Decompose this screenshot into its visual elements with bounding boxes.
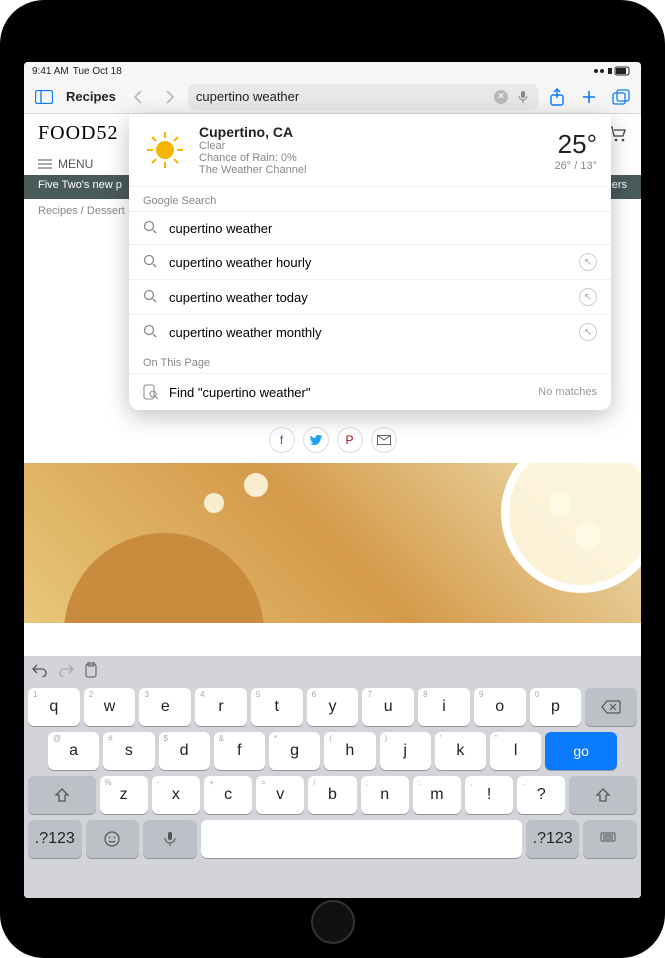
key-shift-left[interactable] (28, 776, 96, 814)
status-right-icons (593, 66, 633, 76)
key-shift-right[interactable] (569, 776, 637, 814)
key-backspace[interactable] (585, 688, 637, 726)
weather-hilo: 26° / 13° (555, 160, 597, 172)
facebook-icon[interactable]: f (269, 427, 295, 453)
status-time: 9:41 AM (32, 66, 69, 77)
autocomplete-arrow-icon[interactable]: ↖ (579, 288, 597, 306)
suggestion-text: cupertino weather (169, 221, 272, 236)
suggestions-section-google: Google Search (129, 187, 611, 211)
key-?[interactable]: .? (517, 776, 565, 814)
suggestion-row[interactable]: cupertino weather hourly ↖ (129, 244, 611, 279)
tabs-button[interactable] (607, 83, 635, 111)
key-o[interactable]: 9o (474, 688, 526, 726)
key-space[interactable] (201, 820, 522, 858)
hamburger-icon[interactable] (38, 159, 52, 169)
key-w[interactable]: 2w (84, 688, 136, 726)
voice-input-icon[interactable] (515, 89, 531, 105)
autocomplete-arrow-icon[interactable]: ↖ (579, 253, 597, 271)
key-g[interactable]: *g (269, 732, 320, 770)
key-m[interactable]: :m (413, 776, 461, 814)
key-r[interactable]: 4r (195, 688, 247, 726)
menu-label[interactable]: MENU (58, 157, 93, 171)
key-dictate[interactable] (143, 820, 197, 858)
weather-temp: 25° (555, 129, 597, 160)
twitter-icon[interactable] (303, 427, 329, 453)
key-p[interactable]: 0p (530, 688, 582, 726)
search-icon (143, 289, 159, 305)
key-n[interactable]: ;n (361, 776, 409, 814)
key-dismiss[interactable] (583, 820, 637, 858)
key-y[interactable]: 6y (307, 688, 359, 726)
suggestion-row[interactable]: cupertino weather (129, 211, 611, 244)
new-tab-button[interactable] (575, 83, 603, 111)
weather-card[interactable]: Cupertino, CA Clear Chance of Rain: 0% T… (129, 114, 611, 187)
autocomplete-arrow-icon[interactable]: ↖ (579, 323, 597, 341)
site-logo[interactable]: FOOD52 (38, 122, 118, 145)
back-button[interactable] (124, 83, 152, 111)
browser-toolbar: Recipes ✕ (24, 80, 641, 114)
promo-text-left: Five Two's new p (38, 179, 122, 195)
key-h[interactable]: (h (324, 732, 375, 770)
sun-icon (143, 128, 187, 172)
key-b[interactable]: /b (308, 776, 356, 814)
address-bar[interactable]: ✕ (188, 84, 539, 110)
pinterest-icon[interactable]: P (337, 427, 363, 453)
redo-icon[interactable] (58, 663, 74, 677)
key-numbers[interactable]: .?123 (28, 820, 82, 858)
status-bar: 9:41 AM Tue Oct 18 (24, 62, 641, 80)
hero-image (24, 463, 641, 623)
key-![interactable]: ,! (465, 776, 513, 814)
suggestions-section-page: On This Page (129, 349, 611, 373)
weather-source: The Weather Channel (199, 164, 543, 176)
key-l[interactable]: "l (490, 732, 541, 770)
key-t[interactable]: 5t (251, 688, 303, 726)
key-u[interactable]: 7u (362, 688, 414, 726)
key-k[interactable]: 'k (435, 732, 486, 770)
email-icon[interactable] (371, 427, 397, 453)
keyboard: 1q2w3e4r5t6y7u8i9o0p @a#s$d&f*g(h)j'k"lg… (24, 656, 641, 898)
search-icon (143, 254, 159, 270)
search-suggestions-dropdown: Cupertino, CA Clear Chance of Rain: 0% T… (129, 114, 611, 410)
active-tab-label: Recipes (62, 89, 120, 104)
forward-button[interactable] (156, 83, 184, 111)
home-button[interactable] (311, 900, 355, 944)
key-v[interactable]: =v (256, 776, 304, 814)
key-f[interactable]: &f (214, 732, 265, 770)
key-d[interactable]: $d (159, 732, 210, 770)
suggestion-row[interactable]: cupertino weather today ↖ (129, 279, 611, 314)
find-label: Find "cupertino weather" (169, 385, 310, 400)
search-icon (143, 324, 159, 340)
key-x[interactable]: -x (152, 776, 200, 814)
key-e[interactable]: 3e (139, 688, 191, 726)
status-date: Tue Oct 18 (73, 66, 122, 77)
clipboard-icon[interactable] (84, 662, 98, 678)
key-q[interactable]: 1q (28, 688, 80, 726)
key-z[interactable]: %z (100, 776, 148, 814)
find-matches: No matches (538, 386, 597, 398)
share-button[interactable] (543, 83, 571, 111)
cart-icon[interactable] (609, 126, 627, 142)
clear-input-icon[interactable]: ✕ (493, 89, 509, 105)
key-j[interactable]: )j (380, 732, 431, 770)
undo-icon[interactable] (32, 663, 48, 677)
weather-location: Cupertino, CA (199, 124, 543, 140)
key-go[interactable]: go (545, 732, 617, 770)
suggestion-row[interactable]: cupertino weather monthly ↖ (129, 314, 611, 349)
find-on-page-row[interactable]: Find "cupertino weather" No matches (129, 373, 611, 410)
suggestion-text: cupertino weather hourly (169, 255, 311, 270)
weather-rain: Chance of Rain: 0% (199, 152, 543, 164)
suggestion-text: cupertino weather monthly (169, 325, 321, 340)
sidebar-toggle-icon[interactable] (30, 83, 58, 111)
find-icon (143, 384, 159, 400)
key-i[interactable]: 8i (418, 688, 470, 726)
weather-condition: Clear (199, 140, 543, 152)
key-emoji[interactable] (86, 820, 140, 858)
key-numbers-right[interactable]: .?123 (526, 820, 580, 858)
address-input[interactable] (196, 89, 487, 104)
key-s[interactable]: #s (103, 732, 154, 770)
key-a[interactable]: @a (48, 732, 99, 770)
key-c[interactable]: +c (204, 776, 252, 814)
suggestion-text: cupertino weather today (169, 290, 308, 305)
search-icon (143, 220, 159, 236)
